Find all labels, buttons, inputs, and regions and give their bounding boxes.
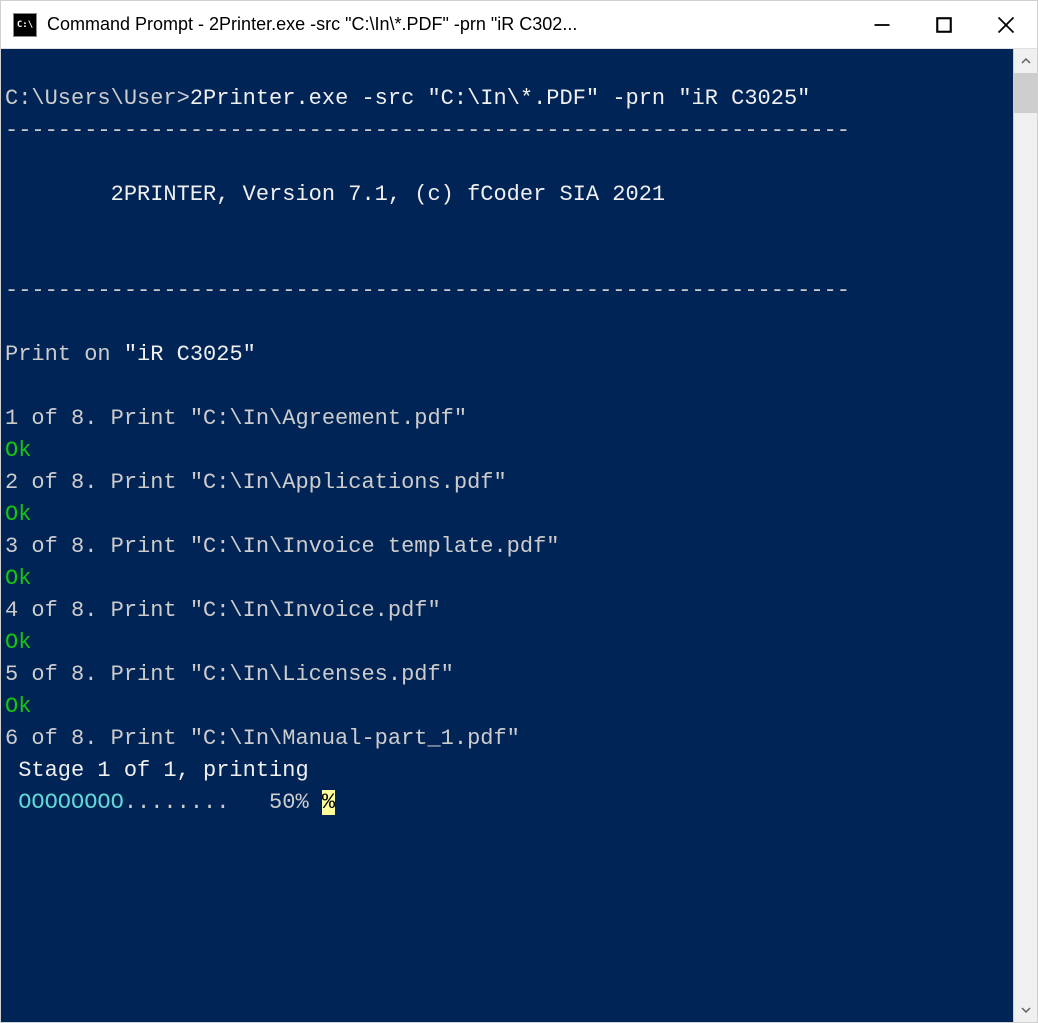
job-status-ok: Ok xyxy=(5,691,1013,723)
command-text: 2Printer.exe -src "C:\In\*.PDF" -prn "iR… xyxy=(190,86,811,111)
progress-bar-filled: OOOOOOOO xyxy=(18,790,124,815)
job-line: 1 of 8. Print "C:\In\Agreement.pdf" xyxy=(5,403,1013,435)
print-on-label: Print on xyxy=(5,342,124,367)
job-line: 2 of 8. Print "C:\In\Applications.pdf" xyxy=(5,467,1013,499)
prompt-text: C:\Users\User> xyxy=(5,86,190,111)
job-status-ok: Ok xyxy=(5,435,1013,467)
minimize-button[interactable] xyxy=(851,1,913,48)
window-titlebar: C:\ Command Prompt - 2Printer.exe -src "… xyxy=(1,1,1037,49)
scrollbar-up-button[interactable] xyxy=(1014,49,1037,73)
divider-line: ----------------------------------------… xyxy=(5,115,1013,147)
scrollbar-thumb[interactable] xyxy=(1014,73,1037,113)
print-on-target: "iR C3025" xyxy=(124,342,256,367)
job-status-ok: Ok xyxy=(5,563,1013,595)
window-title: Command Prompt - 2Printer.exe -src "C:\I… xyxy=(47,14,851,35)
maximize-button[interactable] xyxy=(913,1,975,48)
divider-line: ----------------------------------------… xyxy=(5,275,1013,307)
terminal-output[interactable]: C:\Users\User>2Printer.exe -src "C:\In\*… xyxy=(1,49,1013,1022)
progress-left xyxy=(5,790,18,815)
banner-text: 2PRINTER, Version 7.1, (c) fCoder SIA 20… xyxy=(5,179,1013,211)
vertical-scrollbar[interactable] xyxy=(1013,49,1037,1022)
stage-text: Stage 1 of 1, printing xyxy=(5,755,1013,787)
command-prompt-icon: C:\ xyxy=(13,13,37,37)
terminal-wrapper: C:\Users\User>2Printer.exe -src "C:\In\*… xyxy=(1,49,1037,1022)
close-button[interactable] xyxy=(975,1,1037,48)
job-line: 5 of 8. Print "C:\In\Licenses.pdf" xyxy=(5,659,1013,691)
progress-cursor: % xyxy=(322,790,335,815)
job-line: 4 of 8. Print "C:\In\Invoice.pdf" xyxy=(5,595,1013,627)
job-status-ok: Ok xyxy=(5,627,1013,659)
scrollbar-down-button[interactable] xyxy=(1014,998,1037,1022)
progress-bar-empty: ........ 50% xyxy=(124,790,322,815)
job-status-ok: Ok xyxy=(5,499,1013,531)
current-job: 6 of 8. Print "C:\In\Manual-part_1.pdf" xyxy=(5,723,1013,755)
job-line: 3 of 8. Print "C:\In\Invoice template.pd… xyxy=(5,531,1013,563)
window-controls xyxy=(851,1,1037,48)
